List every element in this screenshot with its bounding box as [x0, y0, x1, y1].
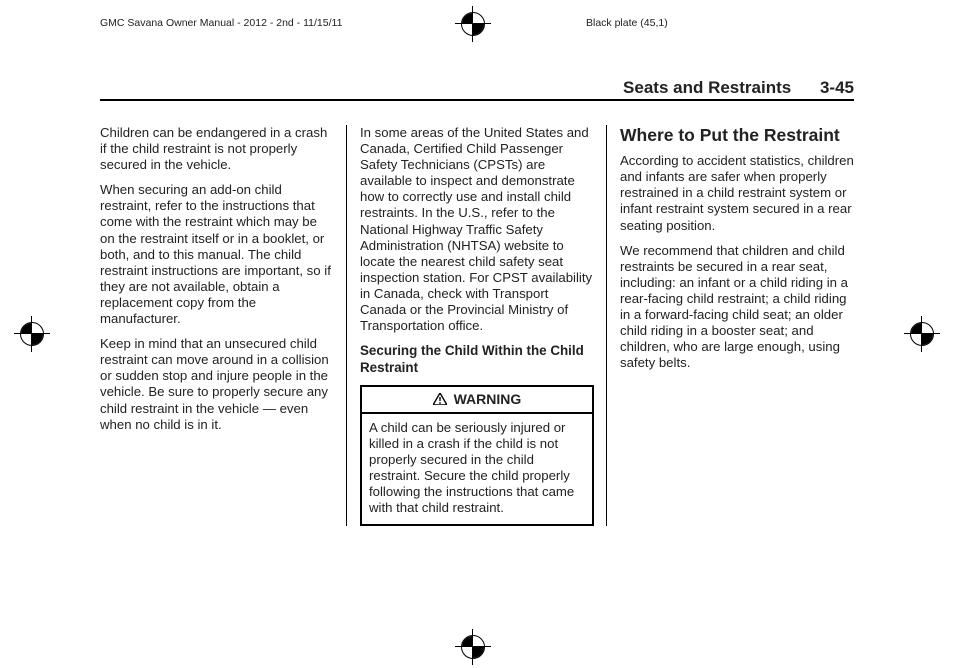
section-header: Seats and Restraints 3-45	[623, 78, 854, 98]
page-root: GMC Savana Owner Manual - 2012 - 2nd - 1…	[0, 0, 954, 668]
body-paragraph: When securing an add-on child restraint,…	[100, 182, 334, 327]
meta-left: GMC Savana Owner Manual - 2012 - 2nd - 1…	[100, 17, 342, 29]
body-paragraph: According to accident statistics, childr…	[620, 153, 854, 233]
body-columns: Children can be endangered in a crash if…	[100, 125, 854, 526]
section-title: Seats and Restraints	[623, 78, 791, 97]
body-paragraph: In some areas of the United States and C…	[360, 125, 594, 334]
body-paragraph: Keep in mind that an unsecured child res…	[100, 336, 334, 433]
subheading: Securing the Child Within the Child Rest…	[360, 343, 594, 376]
warning-title: WARNING	[362, 387, 592, 414]
column-1: Children can be endangered in a crash if…	[100, 125, 347, 526]
heading-2: Where to Put the Restraint	[620, 125, 854, 145]
warning-icon	[433, 392, 447, 409]
column-2: In some areas of the United States and C…	[347, 125, 607, 526]
warning-label-text: WARNING	[454, 391, 522, 407]
registration-mark-left	[14, 316, 50, 352]
body-paragraph: We recommend that children and child res…	[620, 243, 854, 372]
body-paragraph: Children can be endangered in a crash if…	[100, 125, 334, 173]
page-number: 3-45	[796, 78, 854, 97]
meta-right: Black plate (45,1)	[586, 17, 668, 29]
header-rule	[100, 99, 854, 101]
column-3: Where to Put the Restraint According to …	[607, 125, 854, 526]
warning-box: WARNING A child can be seriously injured…	[360, 385, 594, 526]
registration-mark-bottom	[455, 629, 491, 665]
registration-mark-top	[455, 6, 491, 42]
registration-mark-right	[904, 316, 940, 352]
warning-body: A child can be seriously injured or kill…	[362, 414, 592, 524]
